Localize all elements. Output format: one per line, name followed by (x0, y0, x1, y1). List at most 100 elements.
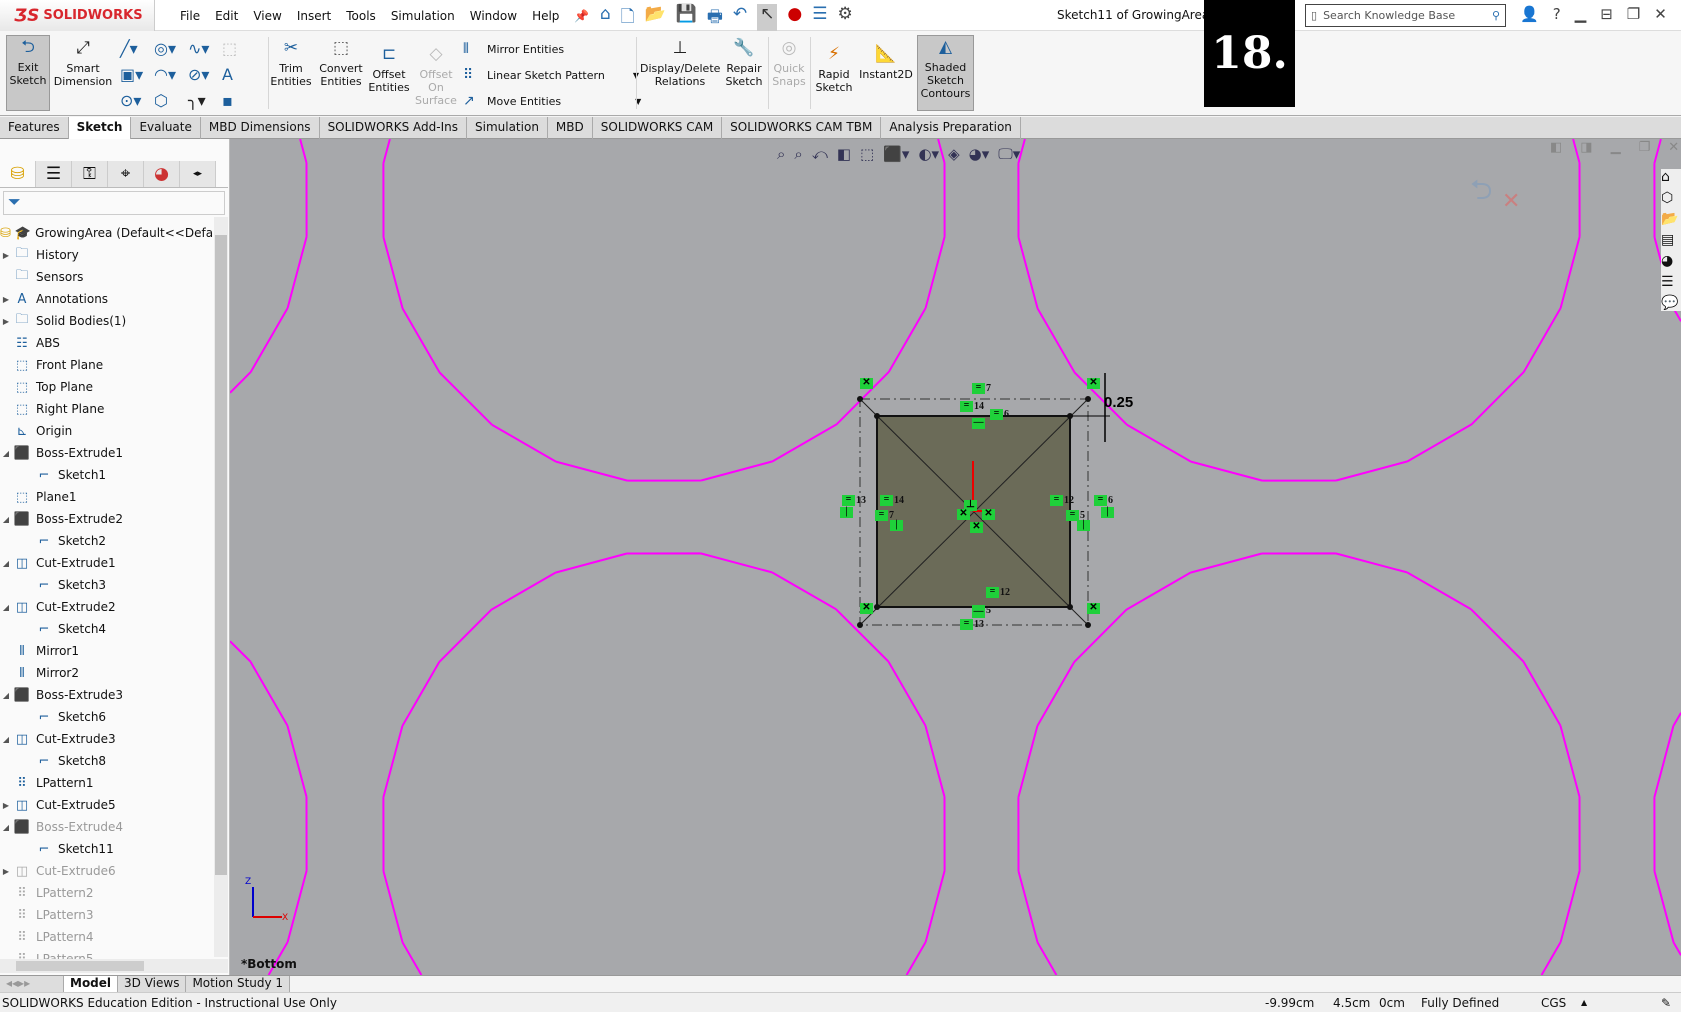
custom-properties-icon[interactable]: ☰ (1661, 274, 1681, 290)
relation-badge[interactable]: = 14 (960, 401, 984, 412)
display-manager-tab-icon[interactable]: ◕ (144, 161, 180, 187)
collapse-arrow-icon[interactable]: ◢ (0, 515, 12, 524)
confirm-corner-cancel-icon[interactable]: ✕ (1502, 189, 1520, 214)
tree-root[interactable]: ⛁ 🎓 GrowingArea (Default<<Defau (0, 222, 214, 244)
offset-entities-button[interactable]: ⊏ Offset Entities (368, 43, 410, 94)
help-icon[interactable]: ? (1553, 5, 1561, 23)
rapid-sketch-button[interactable]: ⚡ Rapid Sketch (812, 43, 856, 94)
construction-circle[interactable] (230, 640, 308, 975)
appearance-icon[interactable]: ◕▾ (969, 145, 990, 163)
sketch-canvas[interactable] (230, 139, 1681, 975)
open-icon[interactable]: 📂 (644, 4, 665, 33)
forum-icon[interactable]: 💬 (1661, 295, 1681, 311)
display-style-icon[interactable]: ◐▾ (918, 145, 939, 163)
tree-item[interactable]: ⬚ Top Plane (0, 376, 214, 398)
filter-icon[interactable]: ⏷ (3, 191, 225, 215)
tree-horizontal-scrollbar-thumb[interactable] (16, 961, 144, 971)
tree-item[interactable]: ▶ ◫ Cut-Extrude6 (0, 860, 214, 882)
text-icon[interactable]: A (222, 65, 256, 84)
coincident-relation-icon[interactable]: ✕ (970, 522, 984, 533)
menu-view[interactable]: View (253, 9, 281, 23)
tab-cam[interactable]: SOLIDWORKS CAM (593, 117, 723, 139)
sketch-point[interactable] (1085, 396, 1091, 402)
convert-entities-button[interactable]: ⬚ Convert Entities (316, 37, 366, 88)
zoom-to-fit-icon[interactable]: ⌕ (777, 145, 785, 163)
repair-sketch-button[interactable]: 🔧 Repair Sketch (722, 37, 766, 88)
options-icon[interactable]: ⚙ (837, 4, 852, 33)
tree-item[interactable]: ⫴ Mirror2 (0, 662, 214, 684)
polygon-icon[interactable]: ⬡ (154, 91, 188, 110)
coincident-relation-icon[interactable]: ✕ (1087, 603, 1101, 614)
ellipse-icon[interactable]: ⊘▾ (188, 65, 222, 84)
previous-view-icon[interactable]: ⤺ (812, 145, 828, 163)
design-library-icon[interactable]: ⬡ (1661, 190, 1681, 206)
horizontal-relation-icon[interactable]: — (972, 607, 986, 618)
tree-item[interactable]: ⊾ Origin (0, 420, 214, 442)
menu-insert[interactable]: Insert (297, 9, 331, 23)
relation-badge[interactable]: = 12 (1050, 495, 1074, 506)
tab-motion-study[interactable]: Motion Study 1 (186, 976, 291, 992)
tab-nav-arrows-icon[interactable]: ◂◂▸▸ (0, 976, 64, 992)
collapse-arrow-icon[interactable]: ◢ (0, 449, 12, 458)
display-delete-relations-button[interactable]: ⊥ Display/Delete Relations (640, 37, 720, 88)
units-chevron-up-icon[interactable]: ▲ (1581, 998, 1661, 1007)
tree-item[interactable]: ⬚ Plane1 (0, 486, 214, 508)
relation-badge[interactable]: = 13 (960, 619, 984, 630)
customize-icon[interactable]: ✎ (1661, 996, 1681, 1010)
confirm-corner-ok-icon[interactable]: ⮌ (1470, 169, 1492, 217)
relation-badge[interactable]: = 12 (986, 587, 1010, 598)
resources-home-icon[interactable]: ⌂ (1661, 169, 1681, 185)
vertical-relation-icon[interactable]: | (1077, 520, 1091, 531)
select-icon[interactable]: ↖ (757, 4, 778, 33)
tree-item[interactable]: ⠿ LPattern2 (0, 882, 214, 904)
tree-item[interactable]: ⌐ Sketch2 (0, 530, 214, 552)
mirror-entities-button[interactable]: ⫴ Mirror Entities (463, 41, 564, 57)
construction-circle[interactable] (382, 139, 946, 482)
coincident-relation-icon[interactable]: ✕ (1087, 378, 1101, 389)
view-palette-icon[interactable]: ▤ (1661, 232, 1681, 248)
sketch-point[interactable] (857, 622, 863, 628)
dynamic-annotation-icon[interactable]: ⬚ (860, 145, 874, 163)
construction-circle[interactable] (1653, 712, 1681, 956)
tree-item[interactable]: ▶ A Annotations (0, 288, 214, 310)
tree-item[interactable]: ☷ ABS (0, 332, 214, 354)
units-selector[interactable]: CGS (1541, 996, 1581, 1010)
view-settings-icon[interactable]: 🖵▾ (998, 145, 1020, 163)
expand-arrow-icon[interactable]: ▶ (0, 317, 12, 326)
user-icon[interactable]: 👤 (1520, 5, 1539, 23)
tree-item[interactable]: ▶ 🗀 History (0, 244, 214, 266)
tree-item[interactable]: ◢ ⬛ Boss-Extrude4 (0, 816, 214, 838)
restore-icon[interactable]: ❐ (1627, 5, 1640, 23)
expand-arrow-icon[interactable]: ▶ (0, 251, 12, 260)
relation-badge[interactable]: = 7 (972, 383, 991, 394)
tree-item[interactable]: ⌐ Sketch6 (0, 706, 214, 728)
tree-item[interactable]: ⬚ Front Plane (0, 354, 214, 376)
construction-circle[interactable] (230, 139, 308, 394)
print-icon[interactable]: 🖶 (707, 4, 723, 33)
tab-mbd[interactable]: MBD (548, 117, 593, 139)
tree-item[interactable]: ⠿ LPattern4 (0, 926, 214, 948)
dimension-value[interactable]: 0.25 (1104, 394, 1133, 411)
tree-item[interactable]: ⌐ Sketch11 (0, 838, 214, 860)
tab-scroll-arrows-icon[interactable]: ◂▸ (180, 161, 216, 187)
tree-item[interactable]: 🗀 Sensors (0, 266, 214, 288)
slot-icon[interactable]: ⊙▾ (120, 91, 154, 110)
minimize-icon[interactable]: ▁ (1575, 5, 1587, 23)
vertical-relation-icon[interactable]: | (890, 520, 904, 531)
search-knowledge-base[interactable]: ▯ Search Knowledge Base ⚲ (1305, 4, 1506, 27)
offset-on-surface-button[interactable]: ◇ Offset On Surface (414, 43, 458, 107)
tree-item[interactable]: ⠿ LPattern3 (0, 904, 214, 926)
collapse-arrow-icon[interactable]: ◢ (0, 559, 12, 568)
save-icon[interactable]: 💾 (676, 4, 697, 33)
collapse-right-icon[interactable]: ◨ (1580, 140, 1592, 155)
coincident-relation-icon[interactable]: ✕ (957, 509, 971, 520)
collapse-arrow-icon[interactable]: ◢ (0, 691, 12, 700)
circle-icon[interactable]: ◎▾ (154, 39, 188, 58)
hide-show-icon[interactable]: ◈ (948, 145, 960, 163)
linear-sketch-pattern-button[interactable]: ⠿Linear Sketch Pattern▼ (463, 67, 639, 83)
collapse-arrow-icon[interactable]: ◢ (0, 735, 12, 744)
rectangle-icon[interactable]: ▣▾ (120, 65, 154, 84)
fillet-icon[interactable]: ╮▾ (188, 91, 222, 110)
feature-manager-tab-icon[interactable]: ⛁ (0, 161, 36, 187)
collapse-arrow-icon[interactable]: ◢ (0, 603, 12, 612)
